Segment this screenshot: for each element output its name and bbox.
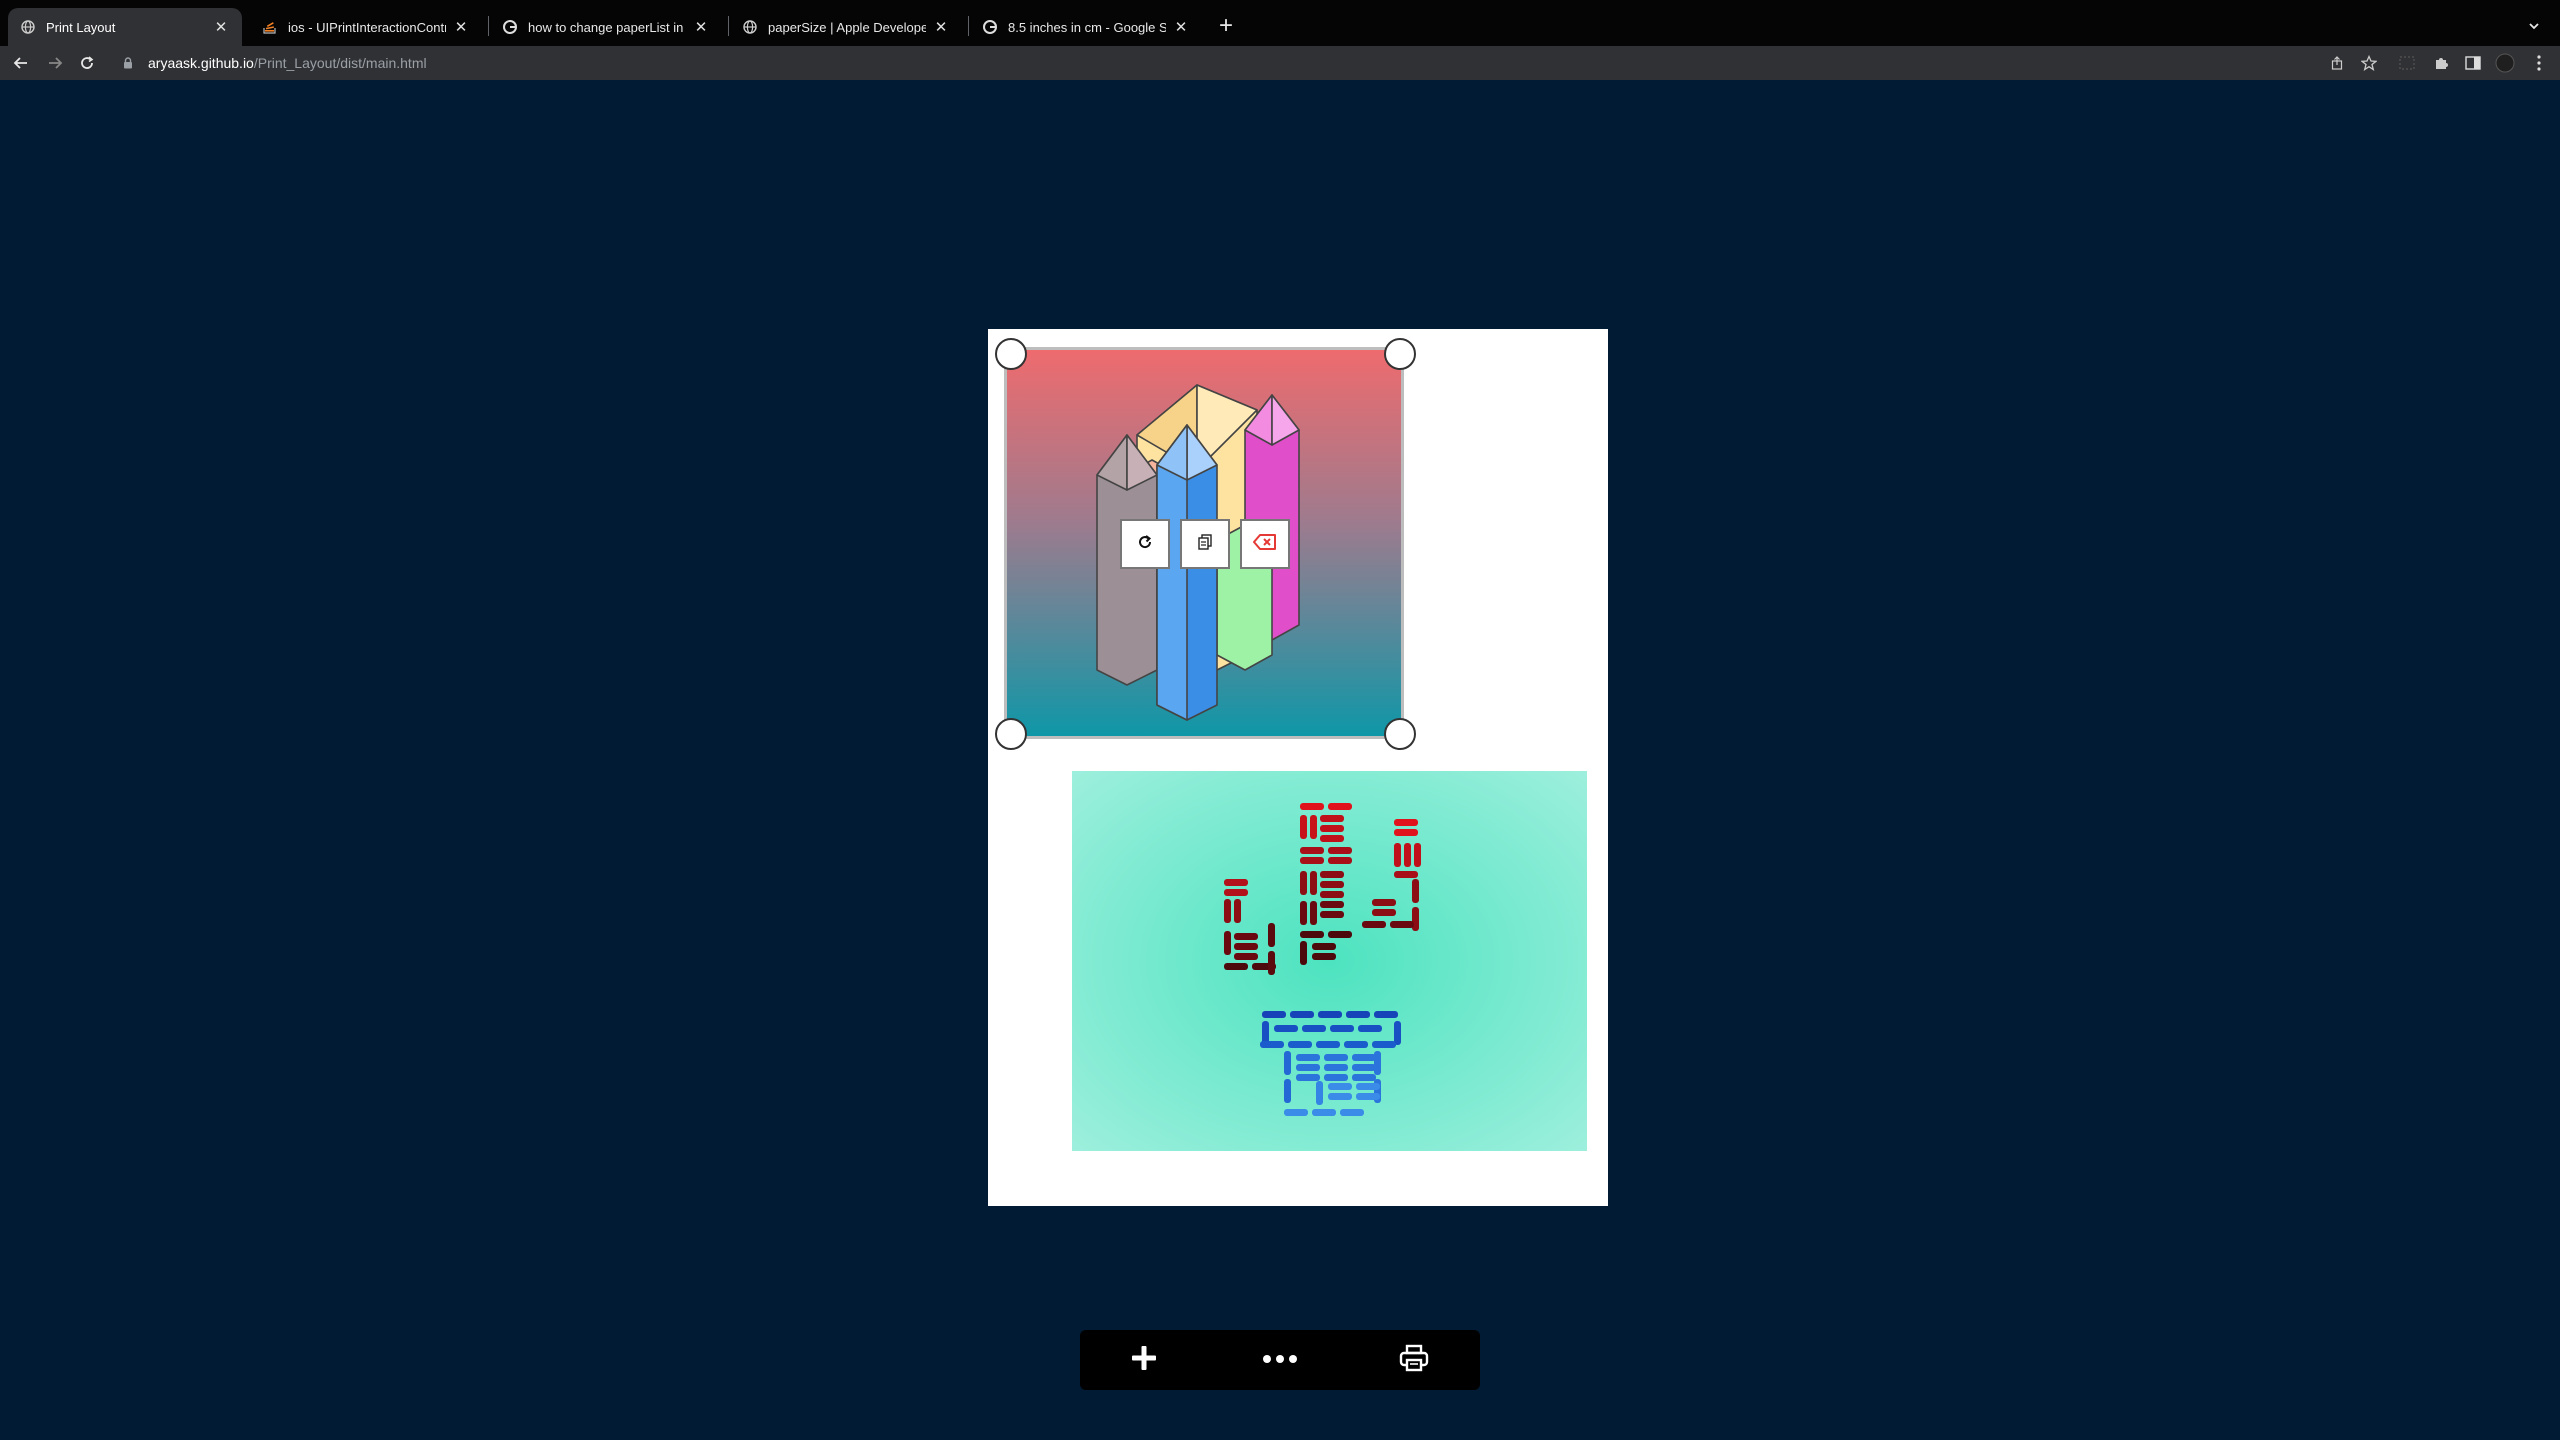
resize-handle-top-left[interactable] (995, 338, 1027, 370)
google-icon (502, 19, 518, 35)
rotate-icon (1135, 532, 1155, 557)
new-tab-button[interactable]: + (1212, 12, 1240, 40)
duplicate-icon (1195, 532, 1215, 557)
browser-toolbar: aryaask.github.io/Print_Layout/dist/main… (0, 46, 2560, 80)
delete-button[interactable] (1240, 519, 1290, 569)
url-text: aryaask.github.io/Print_Layout/dist/main… (148, 55, 427, 71)
avatar[interactable] (2492, 50, 2518, 76)
menu-dots-icon[interactable] (2526, 50, 2552, 76)
forward-icon[interactable] (42, 50, 68, 76)
bottom-toolbar (1080, 1330, 1480, 1390)
resize-handle-bottom-left[interactable] (995, 718, 1027, 750)
reload-icon[interactable] (74, 50, 100, 76)
tab-apple-developer[interactable]: paperSize | Apple Developer D ✕ (730, 8, 962, 46)
share-icon[interactable] (2324, 50, 2350, 76)
google-icon (982, 19, 998, 35)
stackoverflow-icon (262, 19, 278, 35)
print-icon (1399, 1344, 1429, 1377)
chevron-down-icon[interactable] (2520, 12, 2548, 40)
tab-title: Print Layout (46, 19, 116, 35)
cactus-image[interactable] (1072, 771, 1587, 1151)
close-icon[interactable]: ✕ (452, 18, 470, 36)
add-icon (1130, 1344, 1158, 1377)
tab-title: ios - UIPrintInteractionControlle (288, 19, 446, 35)
screen-capture-icon[interactable] (2394, 50, 2420, 76)
close-icon[interactable]: ✕ (212, 18, 230, 36)
globe-icon (742, 19, 758, 35)
close-icon[interactable]: ✕ (1172, 18, 1190, 36)
bookmark-star-icon[interactable] (2356, 50, 2382, 76)
tab-strip: Print Layout ✕ ios - UIPrintInteractionC… (0, 0, 2560, 46)
tab-google-search-2[interactable]: 8.5 inches in cm - Google Sear ✕ (970, 8, 1202, 46)
back-icon[interactable] (8, 50, 34, 76)
lock-icon[interactable] (118, 53, 138, 73)
side-panel-icon[interactable] (2460, 50, 2486, 76)
more-icon (1262, 1351, 1298, 1369)
tab-google-search-1[interactable]: how to change paperList in sw ✕ (490, 8, 722, 46)
tab-stackoverflow[interactable]: ios - UIPrintInteractionControlle ✕ (250, 8, 482, 46)
print-button[interactable] (1374, 1330, 1454, 1390)
extensions-icon[interactable] (2428, 50, 2454, 76)
delete-icon (1252, 532, 1278, 557)
address-bar[interactable]: aryaask.github.io/Print_Layout/dist/main… (110, 49, 2410, 77)
close-icon[interactable]: ✕ (692, 18, 710, 36)
add-button[interactable] (1104, 1330, 1184, 1390)
globe-icon (20, 19, 36, 35)
tab-title: how to change paperList in sw (528, 19, 686, 35)
resize-handle-bottom-right[interactable] (1384, 718, 1416, 750)
close-icon[interactable]: ✕ (932, 18, 950, 36)
tab-title: 8.5 inches in cm - Google Sear (1008, 19, 1166, 35)
duplicate-button[interactable] (1180, 519, 1230, 569)
tab-print-layout[interactable]: Print Layout ✕ (8, 8, 242, 46)
more-button[interactable] (1240, 1330, 1320, 1390)
tab-title: paperSize | Apple Developer D (768, 19, 926, 35)
rotate-button[interactable] (1120, 519, 1170, 569)
resize-handle-top-right[interactable] (1384, 338, 1416, 370)
